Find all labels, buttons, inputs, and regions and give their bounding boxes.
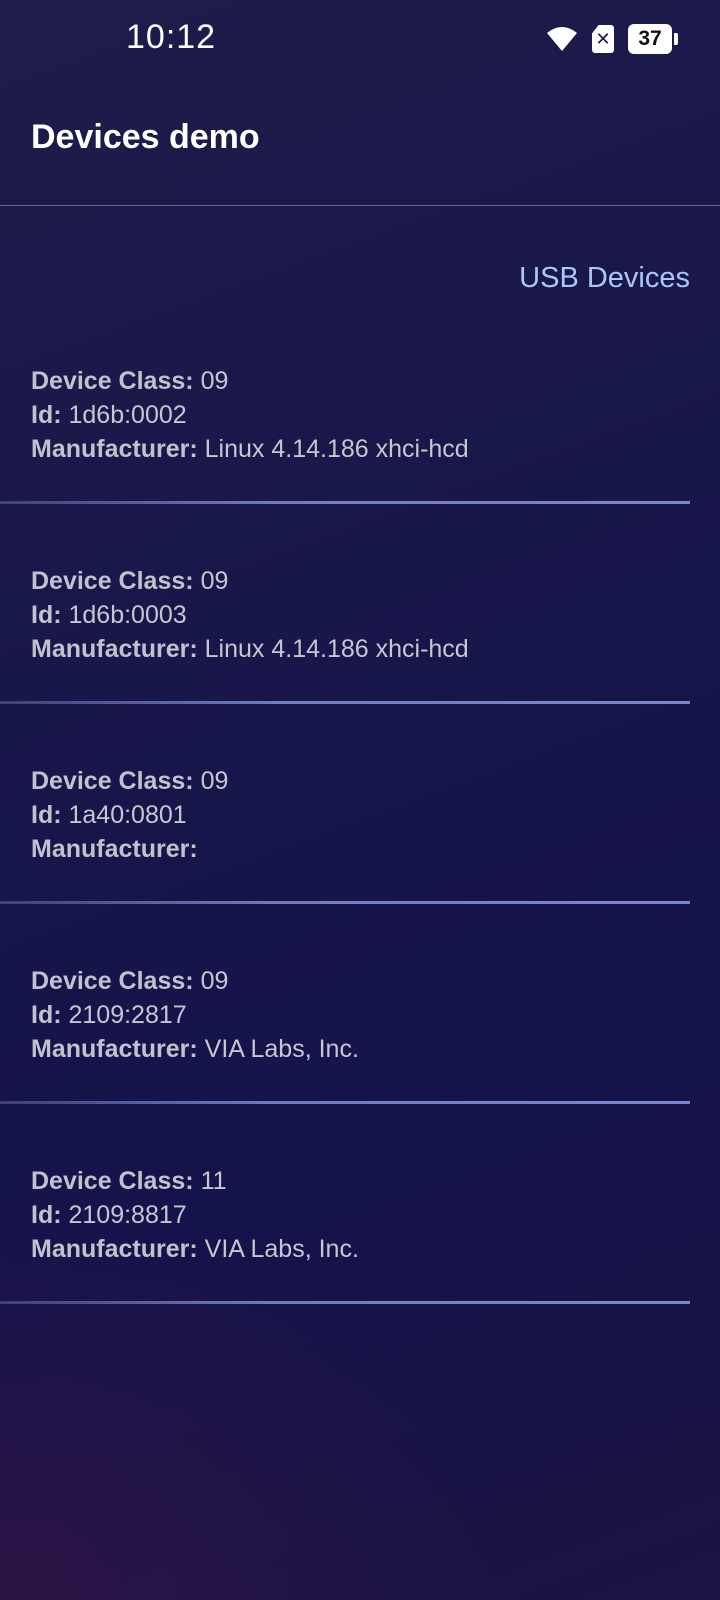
battery-tip [674, 33, 678, 45]
id-value: 1d6b:0002 [68, 401, 187, 429]
device-class-row: Device Class: 09 [31, 364, 469, 398]
list-item[interactable]: Device Class: 09 Id: 1d6b:0002 Manufactu… [0, 358, 690, 558]
device-details: Device Class: 09 Id: 2109:2817 Manufactu… [31, 964, 359, 1066]
device-class-label: Device Class: [31, 967, 194, 995]
usb-devices-link[interactable]: USB Devices [519, 262, 690, 295]
manufacturer-value: Linux 4.14.186 xhci-hcd [204, 435, 469, 463]
device-class-label: Device Class: [31, 767, 194, 795]
manufacturer-row: Manufacturer: VIA Labs, Inc. [31, 1232, 359, 1266]
id-row: Id: 1d6b:0003 [31, 598, 469, 632]
status-bar: 10:12 ✕ 37 [0, 0, 720, 82]
device-class-value: 11 [200, 1167, 227, 1195]
battery-icon: 37 [628, 24, 678, 54]
id-row: Id: 2109:8817 [31, 1198, 359, 1232]
id-value: 1d6b:0003 [68, 601, 187, 629]
device-class-row: Device Class: 09 [31, 964, 359, 998]
manufacturer-label: Manufacturer: [31, 1235, 198, 1263]
manufacturer-label: Manufacturer: [31, 435, 198, 463]
status-time: 10:12 [126, 18, 217, 56]
device-class-value: 09 [200, 567, 229, 595]
device-class-value: 09 [200, 967, 229, 995]
id-row: Id: 2109:2817 [31, 998, 359, 1032]
id-label: Id: [31, 1201, 62, 1229]
manufacturer-value: VIA Labs, Inc. [204, 1035, 359, 1063]
manufacturer-row: Manufacturer: [31, 832, 228, 866]
manufacturer-label: Manufacturer: [31, 635, 198, 663]
device-class-label: Device Class: [31, 567, 194, 595]
device-details: Device Class: 09 Id: 1a40:0801 Manufactu… [31, 764, 228, 866]
status-icons: ✕ 37 [546, 24, 678, 54]
device-details: Device Class: 11 Id: 2109:8817 Manufactu… [31, 1164, 359, 1266]
device-class-value: 09 [200, 767, 229, 795]
manufacturer-value: VIA Labs, Inc. [204, 1235, 359, 1263]
device-class-label: Device Class: [31, 367, 194, 395]
app-title: Devices demo [31, 118, 260, 156]
wifi-icon [546, 26, 578, 52]
manufacturer-row: Manufacturer: Linux 4.14.186 xhci-hcd [31, 632, 469, 666]
id-row: Id: 1a40:0801 [31, 798, 228, 832]
sim-icon: ✕ [592, 25, 614, 53]
manufacturer-value: Linux 4.14.186 xhci-hcd [204, 635, 469, 663]
battery-level: 37 [628, 24, 672, 54]
divider [0, 1301, 690, 1304]
device-details: Device Class: 09 Id: 1d6b:0002 Manufactu… [31, 364, 469, 466]
divider [0, 501, 690, 504]
device-class-row: Device Class: 11 [31, 1164, 359, 1198]
divider [0, 701, 690, 704]
divider [0, 1101, 690, 1104]
list-item[interactable]: Device Class: 09 Id: 1a40:0801 Manufactu… [0, 758, 690, 958]
manufacturer-row: Manufacturer: Linux 4.14.186 xhci-hcd [31, 432, 469, 466]
id-row: Id: 1d6b:0002 [31, 398, 469, 432]
device-details: Device Class: 09 Id: 1d6b:0003 Manufactu… [31, 564, 469, 666]
divider [0, 901, 690, 904]
id-label: Id: [31, 401, 62, 429]
id-value: 2109:2817 [68, 1001, 187, 1029]
manufacturer-label: Manufacturer: [31, 835, 198, 863]
device-class-row: Device Class: 09 [31, 764, 228, 798]
list-item[interactable]: Device Class: 11 Id: 2109:8817 Manufactu… [0, 1158, 690, 1358]
list-item[interactable]: Device Class: 09 Id: 2109:2817 Manufactu… [0, 958, 690, 1158]
manufacturer-row: Manufacturer: VIA Labs, Inc. [31, 1032, 359, 1066]
id-label: Id: [31, 601, 62, 629]
id-label: Id: [31, 801, 62, 829]
id-value: 2109:8817 [68, 1201, 187, 1229]
app-bar: Devices demo [0, 82, 720, 206]
id-label: Id: [31, 1001, 62, 1029]
device-class-label: Device Class: [31, 1167, 194, 1195]
device-class-value: 09 [200, 367, 229, 395]
device-class-row: Device Class: 09 [31, 564, 469, 598]
id-value: 1a40:0801 [68, 801, 187, 829]
device-list: Device Class: 09 Id: 1d6b:0002 Manufactu… [0, 358, 690, 1358]
manufacturer-label: Manufacturer: [31, 1035, 198, 1063]
list-item[interactable]: Device Class: 09 Id: 1d6b:0003 Manufactu… [0, 558, 690, 758]
